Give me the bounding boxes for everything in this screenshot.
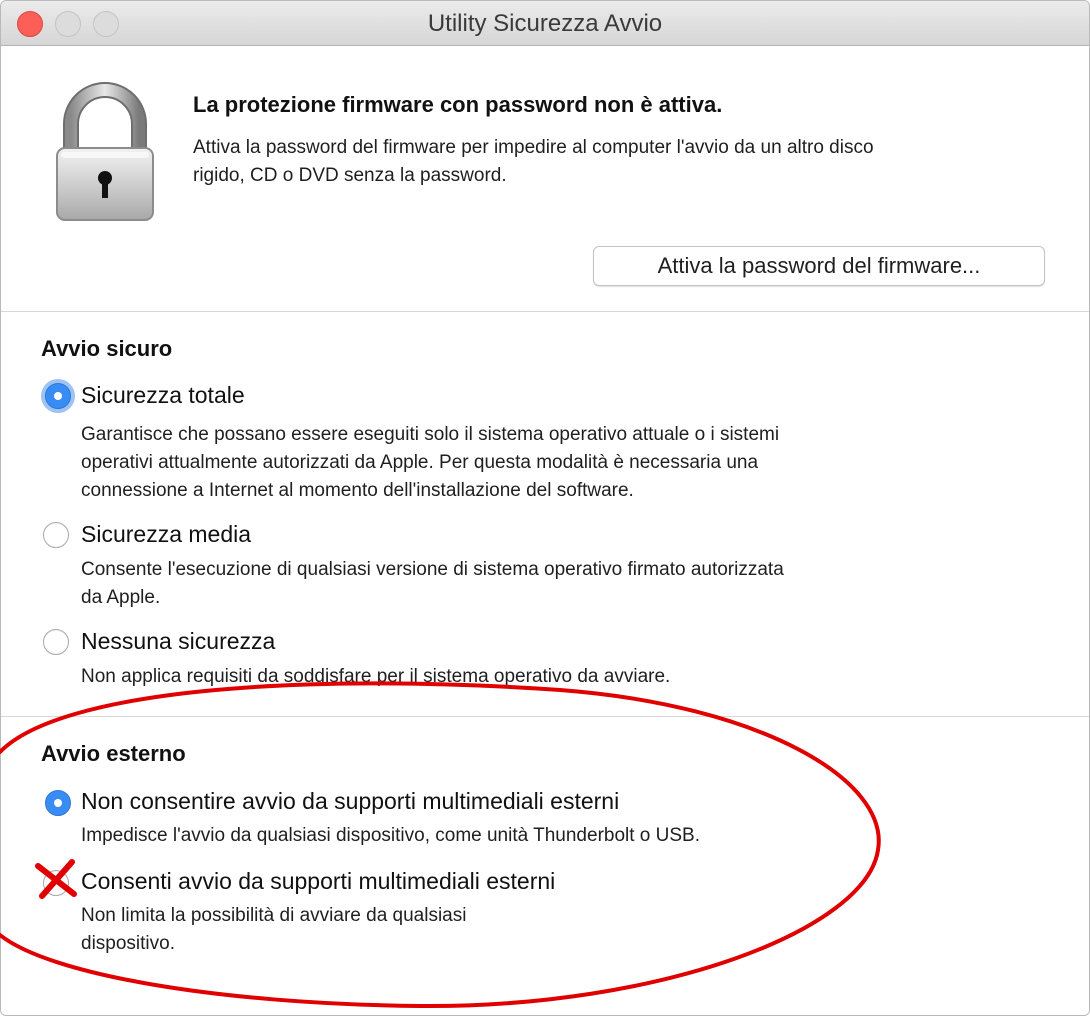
firmware-description-line: Attiva la password del firmware per impe…	[193, 137, 874, 158]
section-divider	[1, 311, 1089, 312]
description-line: Garantisce che possano essere eseguiti s…	[81, 424, 780, 445]
no-security-description: Non applica requisiti da soddisfare per …	[81, 663, 670, 691]
medium-security-label[interactable]: Sicurezza media	[81, 521, 251, 548]
window-title: Utility Sicurezza Avvio	[427, 10, 663, 37]
firmware-status-heading: La protezione firmware con password non …	[193, 92, 723, 117]
description-line: da Apple.	[81, 587, 161, 608]
description-line: Non applica requisiti da soddisfare per …	[81, 666, 671, 687]
allow-external-boot-description: Non limita la possibilità di avviare da …	[81, 902, 466, 958]
enable-firmware-password-button[interactable]: Attiva la password del firmware...	[593, 246, 1045, 286]
allow-external-boot-radio[interactable]	[43, 870, 69, 896]
description-line: operativi attualmente autorizzati da App…	[81, 452, 759, 473]
no-security-radio[interactable]	[43, 629, 69, 655]
disallow-external-boot-radio[interactable]	[45, 790, 71, 816]
description-line: connessione a Internet al momento dell'i…	[81, 480, 634, 501]
description-line: Consente l'esecuzione di qualsiasi versi…	[81, 559, 784, 580]
medium-security-radio[interactable]	[43, 522, 69, 548]
disallow-external-boot-description: Impedisce l'avvio da qualsiasi dispositi…	[81, 822, 700, 850]
secure-boot-title: Avvio sicuro	[41, 336, 173, 361]
external-boot-title: Avvio esterno	[41, 741, 186, 766]
full-security-radio[interactable]	[45, 383, 71, 409]
firmware-description: Attiva la password del firmware per impe…	[193, 134, 874, 190]
no-security-label[interactable]: Nessuna sicurezza	[81, 628, 275, 655]
section-divider	[1, 716, 1089, 717]
window-content: La protezione firmware con password non …	[1, 46, 1089, 1015]
allow-external-boot-label[interactable]: Consenti avvio da supporti multimediali …	[81, 868, 555, 895]
full-security-description: Garantisce che possano essere eseguiti s…	[81, 421, 779, 505]
description-line: dispositivo.	[81, 933, 175, 954]
full-security-label[interactable]: Sicurezza totale	[81, 382, 245, 409]
title-bar: Utility Sicurezza Avvio	[1, 1, 1089, 46]
firmware-description-line: rigido, CD o DVD senza la password.	[193, 165, 507, 186]
medium-security-description: Consente l'esecuzione di qualsiasi versi…	[81, 556, 784, 612]
disallow-external-boot-label[interactable]: Non consentire avvio da supporti multime…	[81, 788, 619, 815]
startup-security-window: Utility Sicurezza Avvio La protezione fi…	[0, 0, 1090, 1016]
description-line: Impedisce l'avvio da qualsiasi dispositi…	[81, 825, 700, 846]
padlock-icon	[56, 82, 154, 221]
description-line: Non limita la possibilità di avviare da …	[81, 905, 467, 926]
